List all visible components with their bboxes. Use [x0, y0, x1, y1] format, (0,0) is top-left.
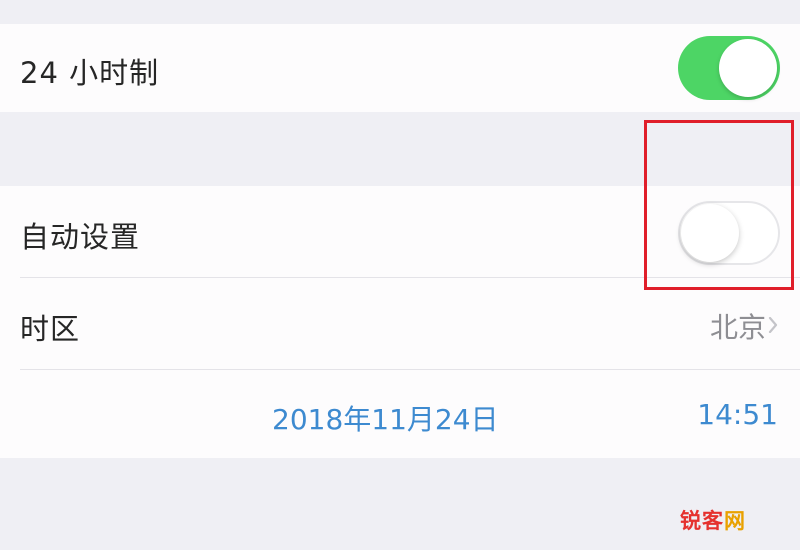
watermark-part-1: 锐客 [680, 509, 724, 533]
timezone-row[interactable]: 时区 [0, 278, 800, 370]
auto-set-label: 自动设置 [20, 220, 141, 254]
toggle-knob [719, 39, 777, 97]
chevron-right-icon [768, 317, 778, 333]
timezone-value: 北京 [709, 311, 766, 344]
watermark: 锐客网 [680, 505, 746, 535]
date-value[interactable]: 2018年11月24日 [272, 398, 499, 438]
timezone-label: 时区 [20, 312, 81, 346]
highlight-annotation-box [644, 120, 794, 290]
hour24-label: 24 小时制 [20, 56, 160, 90]
watermark-part-2: 网 [724, 509, 746, 533]
time-value[interactable]: 14:51 [697, 398, 778, 431]
hour24-toggle[interactable] [678, 36, 780, 100]
